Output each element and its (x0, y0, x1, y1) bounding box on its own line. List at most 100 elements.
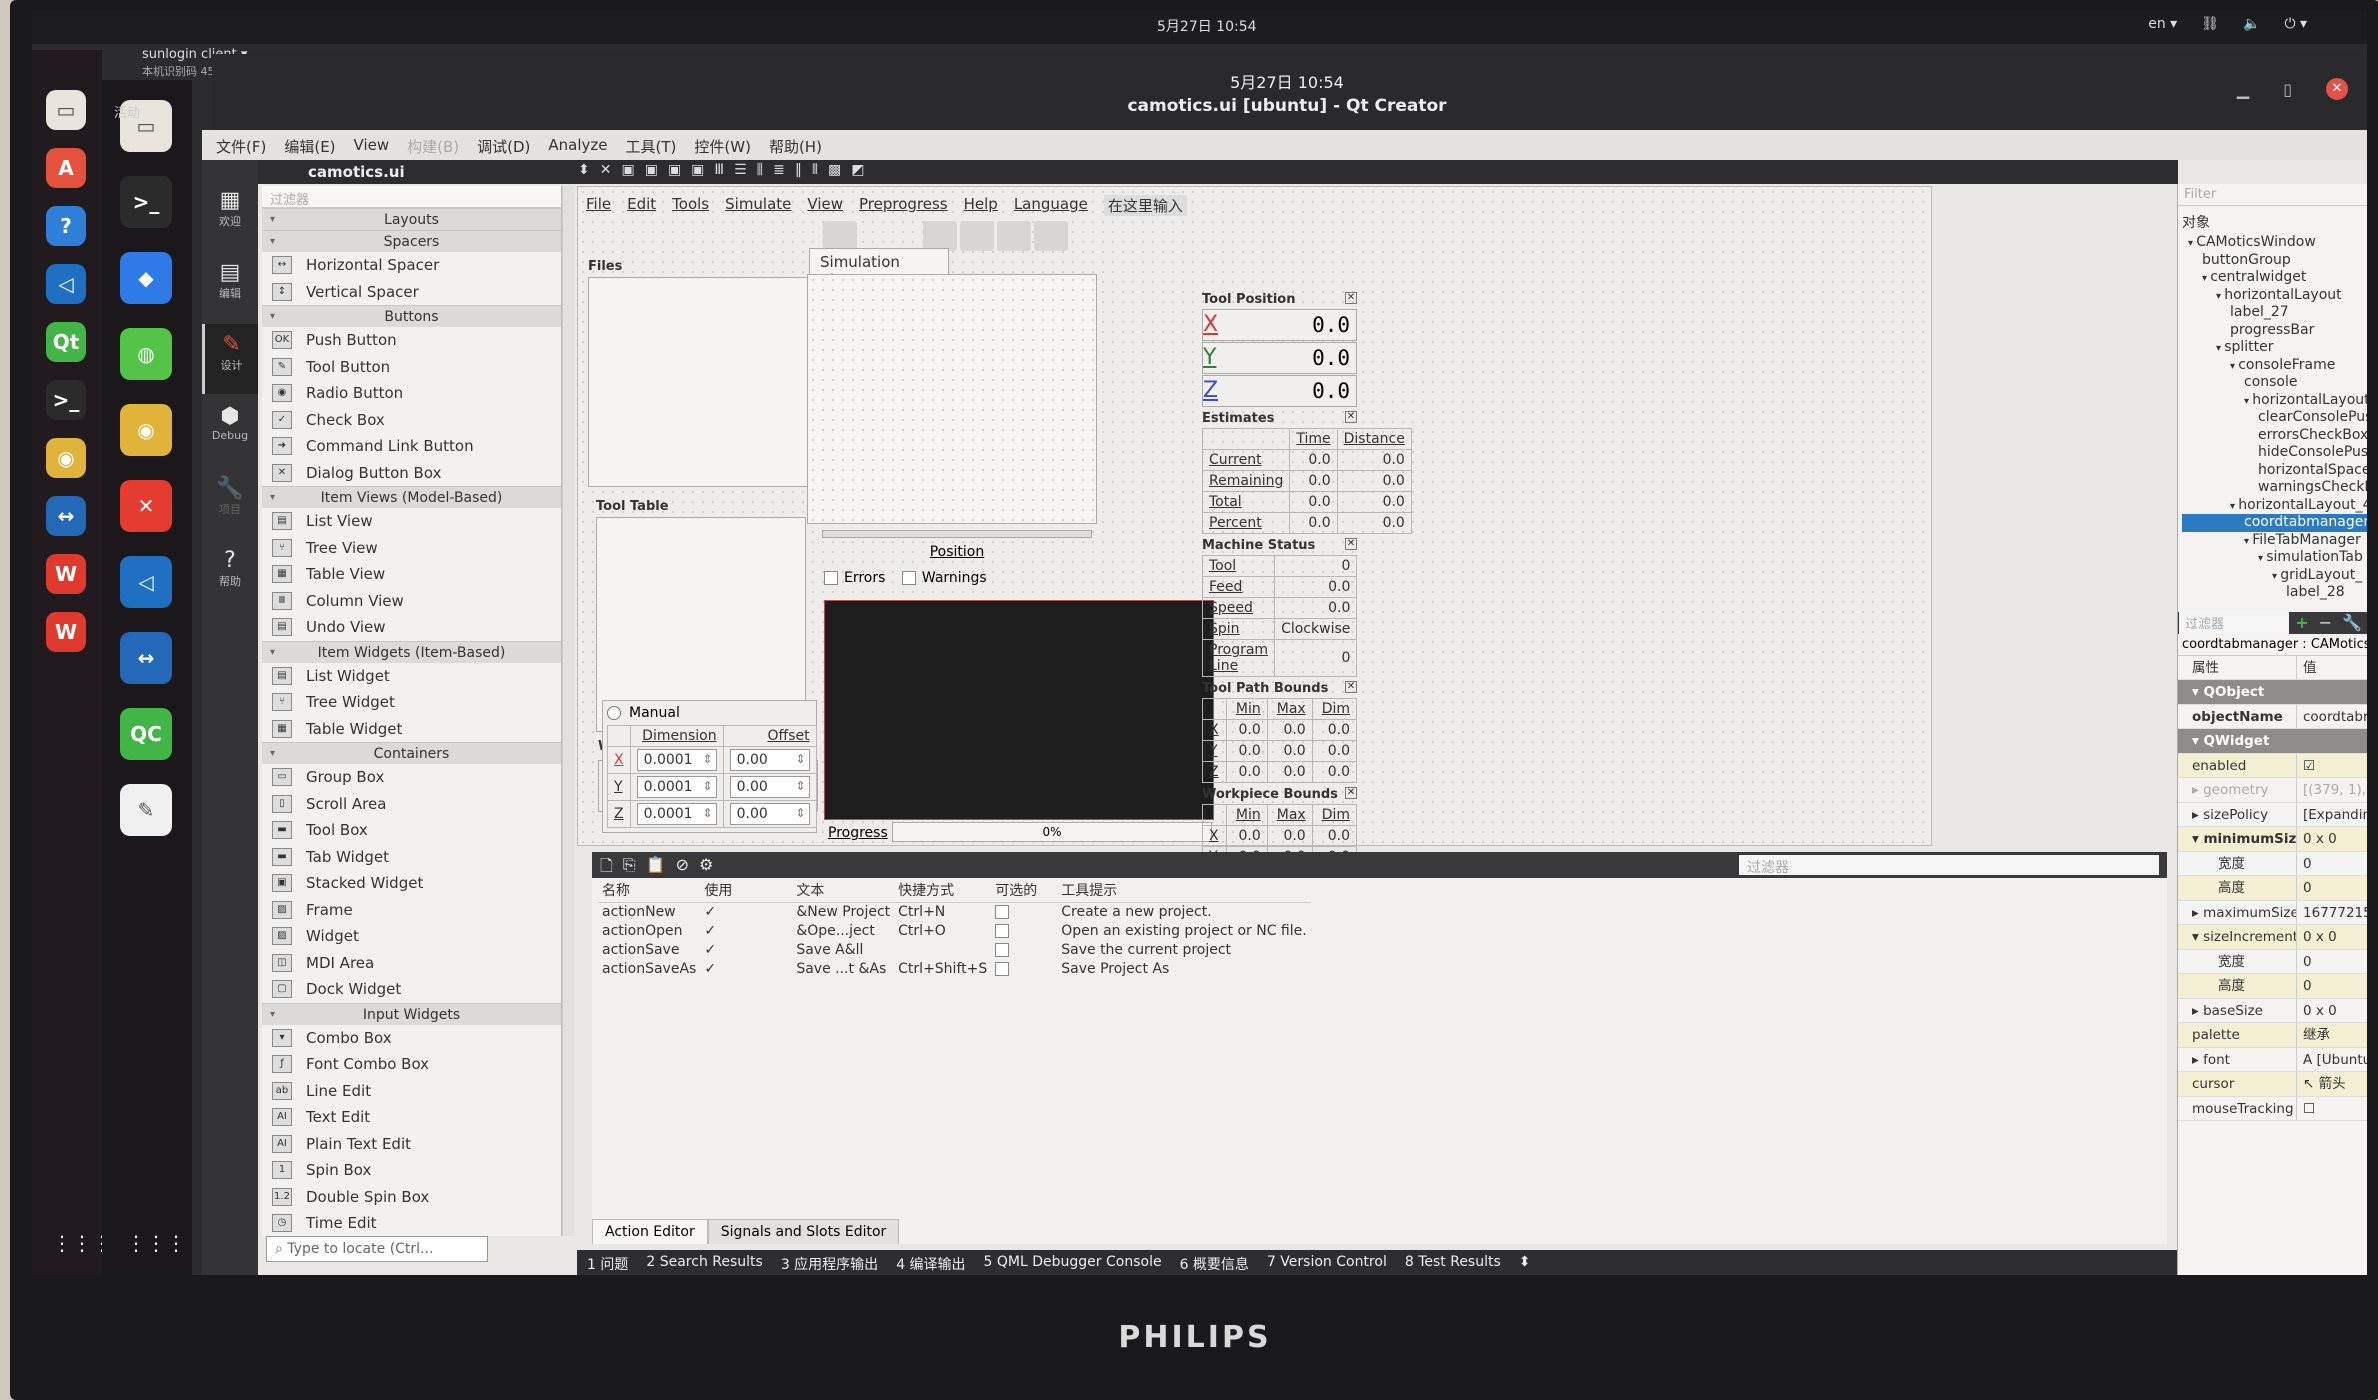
widget-item[interactable]: ▯ Scroll Area (262, 791, 561, 818)
dock-app-wechat[interactable]: ◍ (120, 328, 172, 380)
object-tree-node[interactable]: label_28 (2182, 584, 2367, 602)
object-tree-node[interactable]: ▾ horizontalLayout_4 (2182, 497, 2367, 515)
open-file-tab[interactable]: camotics.ui (308, 163, 405, 181)
output-pane-button[interactable]: 8 Test Results (1405, 1254, 1501, 1272)
action-row[interactable]: actionOpen ✓ &Ope...ject Ctrl+O Open an exis… (598, 922, 1311, 941)
menu-f[interactable]: 文件(F) (216, 136, 266, 156)
minimize-icon[interactable]: ▁ (2237, 80, 2249, 99)
expander-icon[interactable]: ▾ (2202, 273, 2210, 284)
volume-icon[interactable]: 🔈 (2243, 16, 2260, 32)
errors-checkbox[interactable]: Errors (824, 570, 885, 586)
paste-action-icon[interactable]: 📋 (646, 855, 666, 875)
action-used[interactable]: ✓ (700, 960, 792, 979)
column-header[interactable]: 可选的 (991, 878, 1058, 903)
property-row[interactable]: 宽度 0 (2178, 851, 2367, 876)
add-property-icon[interactable]: + (2290, 613, 2313, 632)
layout-vertical-icon[interactable]: ☰ (734, 162, 747, 178)
property-row[interactable]: ▾ minimumSize 0 x 0 (2178, 827, 2367, 852)
dimension-spinbox[interactable]: 0.0001 (629, 800, 724, 828)
action-checkable[interactable] (991, 941, 1057, 960)
expander-icon[interactable]: ▸ (2192, 782, 2203, 798)
expander-icon[interactable]: ▾ (2192, 929, 2203, 945)
layout-v-splitter-icon[interactable]: ≣ (773, 162, 785, 178)
checkbox[interactable] (995, 924, 1010, 938)
action-row[interactable]: actionNew ✓ &New Project Ctrl+N Create a new… (598, 903, 1311, 922)
remove-property-icon[interactable]: − (2314, 613, 2337, 632)
widget-category-header[interactable]: Buttons (262, 305, 561, 328)
widget-item[interactable]: ▭ Group Box (262, 764, 561, 791)
expander-icon[interactable]: ▾ (2230, 361, 2238, 372)
widget-item[interactable]: 1 Spin Box (262, 1157, 561, 1184)
object-tree-node[interactable]: warningsCheckBo (2182, 479, 2367, 497)
show-apps-icon[interactable]: ⋮⋮⋮ (126, 1231, 186, 1255)
checkbox[interactable] (995, 962, 1010, 976)
checkbox[interactable] (995, 905, 1010, 920)
dock-app-wps-2[interactable]: W (46, 612, 86, 652)
column-header[interactable]: 工具提示 (1057, 878, 1311, 903)
column-header[interactable]: 文本 (792, 878, 895, 903)
close-dock-icon[interactable]: ✕ (1345, 292, 1357, 304)
menu-w[interactable]: 控件(W) (694, 136, 751, 156)
files-panel[interactable] (588, 277, 808, 487)
close-dock-icon[interactable]: ✕ (1345, 681, 1357, 693)
widget-item[interactable]: ➜ Command Link Button (262, 433, 561, 460)
widget-item[interactable]: ⑂ Tree View (262, 535, 561, 562)
action-filter-input[interactable]: 过滤器 (1739, 855, 2159, 876)
property-row[interactable]: ▸ baseSize 0 x 0 (2178, 998, 2367, 1023)
widget-item[interactable]: ▤ List View (262, 508, 561, 535)
toolbar-button[interactable] (823, 221, 857, 251)
dimension-spinbox[interactable]: 0.0001 (629, 773, 724, 801)
dock-app-qt[interactable]: Qt (46, 322, 86, 362)
widget-item[interactable]: Ⅲ Column View (262, 588, 561, 615)
form-menu-simulate[interactable]: Simulate (725, 195, 791, 216)
property-row[interactable]: 宽度 0 (2178, 949, 2367, 974)
output-pane-button[interactable]: 3 应用程序输出 (781, 1254, 878, 1273)
widget-item[interactable]: ⑂ Tree Widget (262, 689, 561, 716)
property-row[interactable]: ▾ sizeIncrement 0 x 0 (2178, 925, 2367, 950)
menu-e[interactable]: 编辑(E) (284, 136, 335, 156)
widget-item[interactable]: ƒ Font Combo Box (262, 1051, 561, 1078)
dock-app-terminal[interactable]: >_ (120, 176, 172, 228)
property-value[interactable]: 0 (2296, 851, 2367, 875)
widget-item[interactable]: ◫ MDI Area (262, 950, 561, 977)
layout-horizontal-icon[interactable]: Ⅲ (714, 162, 724, 178)
dock-app-xmind[interactable]: ✕ (120, 480, 172, 532)
close-dock-icon[interactable]: ✕ (1345, 787, 1357, 799)
property-row[interactable]: ▸ fontA [Ubuntu... (2178, 1047, 2367, 1072)
widget-item[interactable]: ▾ Combo Box (262, 1025, 561, 1052)
input-method-indicator[interactable]: en ▾ (2148, 16, 2177, 32)
power-icon[interactable]: ⏻ ▾ (2284, 16, 2307, 32)
layout-h-splitter-icon[interactable]: ⫼ (757, 162, 763, 178)
offset-spinbox[interactable]: 0.00 (722, 800, 817, 828)
object-tree-node[interactable]: label_27 (2182, 304, 2367, 322)
new-action-icon[interactable]: 🗋 (600, 855, 613, 875)
widget-item[interactable]: AI Plain Text Edit (262, 1131, 561, 1158)
widget-item[interactable]: ▦ Table Widget (262, 716, 561, 743)
dimension-spinbox[interactable]: 0.0001 (629, 746, 724, 774)
property-value[interactable]: ☑ (2296, 753, 2367, 777)
configure-icon[interactable]: 🔧 (2337, 613, 2367, 632)
mode-1[interactable]: ▤ 编辑 (202, 252, 258, 322)
object-tree-node[interactable]: ▾ horizontalLayout_ (2182, 392, 2367, 410)
adjust-size-icon[interactable]: ◩ (851, 162, 864, 178)
object-tree-node[interactable]: ▾ consoleFrame (2182, 357, 2367, 375)
edit-signals-icon[interactable]: ▣ (645, 162, 658, 178)
column-header[interactable]: 使用 (700, 878, 793, 903)
dock-app-wps[interactable]: W (46, 554, 86, 594)
offset-spinbox[interactable]: 0.00 (722, 746, 817, 774)
expander-icon[interactable]: ▸ (2192, 1003, 2203, 1019)
spinbox-value[interactable]: 0.0001 (636, 776, 717, 798)
widget-item[interactable]: ab Line Edit (262, 1078, 561, 1105)
spinbox-value[interactable]: 0.00 (729, 749, 810, 771)
widget-item[interactable]: ✕ Dialog Button Box (262, 460, 561, 487)
toolbar-button[interactable] (960, 221, 994, 251)
widget-item[interactable]: ▣ Stacked Widget (262, 870, 561, 897)
widget-item[interactable]: ↔ Horizontal Spacer (262, 252, 561, 279)
form-menu-view[interactable]: View (807, 195, 843, 216)
property-row[interactable]: ▸ maximumSize16777215 x... (2178, 900, 2367, 925)
property-row[interactable]: 高度 0 (2178, 876, 2367, 901)
output-pane-button[interactable]: 5 QML Debugger Console (984, 1254, 1162, 1272)
object-tree-node[interactable]: clearConsolePush (2182, 409, 2367, 427)
console-output[interactable] (824, 600, 1214, 820)
mode-5[interactable]: ? 帮助 (202, 540, 258, 610)
